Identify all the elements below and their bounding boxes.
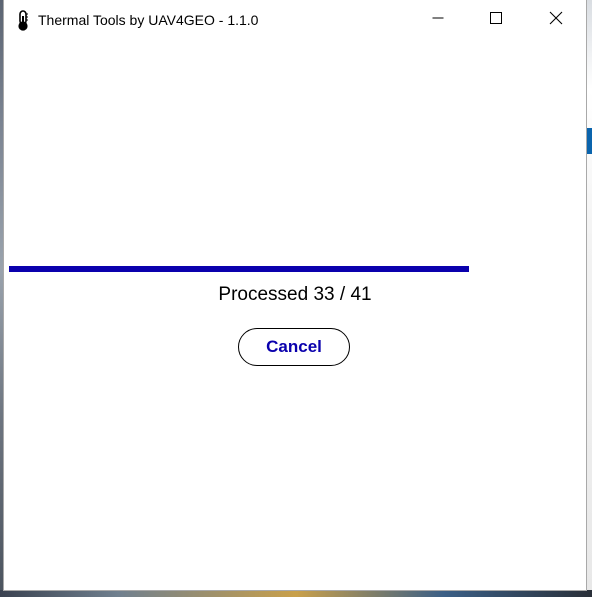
close-button[interactable]: [527, 0, 585, 40]
maximize-button[interactable]: [467, 0, 525, 40]
progress-bar-fill: [9, 266, 470, 272]
minimize-button[interactable]: [409, 0, 467, 40]
window-title: Thermal Tools by UAV4GEO - 1.1.0: [38, 12, 259, 28]
thermometer-icon: [16, 10, 30, 32]
maximize-icon: [490, 11, 502, 29]
background-window-accent: [586, 128, 592, 154]
title-bar[interactable]: Thermal Tools by UAV4GEO - 1.1.0: [4, 0, 586, 40]
progress-status-text: Processed 33 / 41: [218, 284, 372, 305]
progress-bar: [9, 266, 581, 272]
cancel-button[interactable]: Cancel: [238, 328, 350, 366]
app-window: Thermal Tools by UAV4GEO - 1.1.0 Process…: [4, 0, 586, 590]
desktop-taskbar-strip: [0, 590, 592, 597]
close-icon: [549, 11, 563, 30]
desktop-background-right: [586, 0, 592, 597]
minimize-icon: [432, 11, 444, 29]
